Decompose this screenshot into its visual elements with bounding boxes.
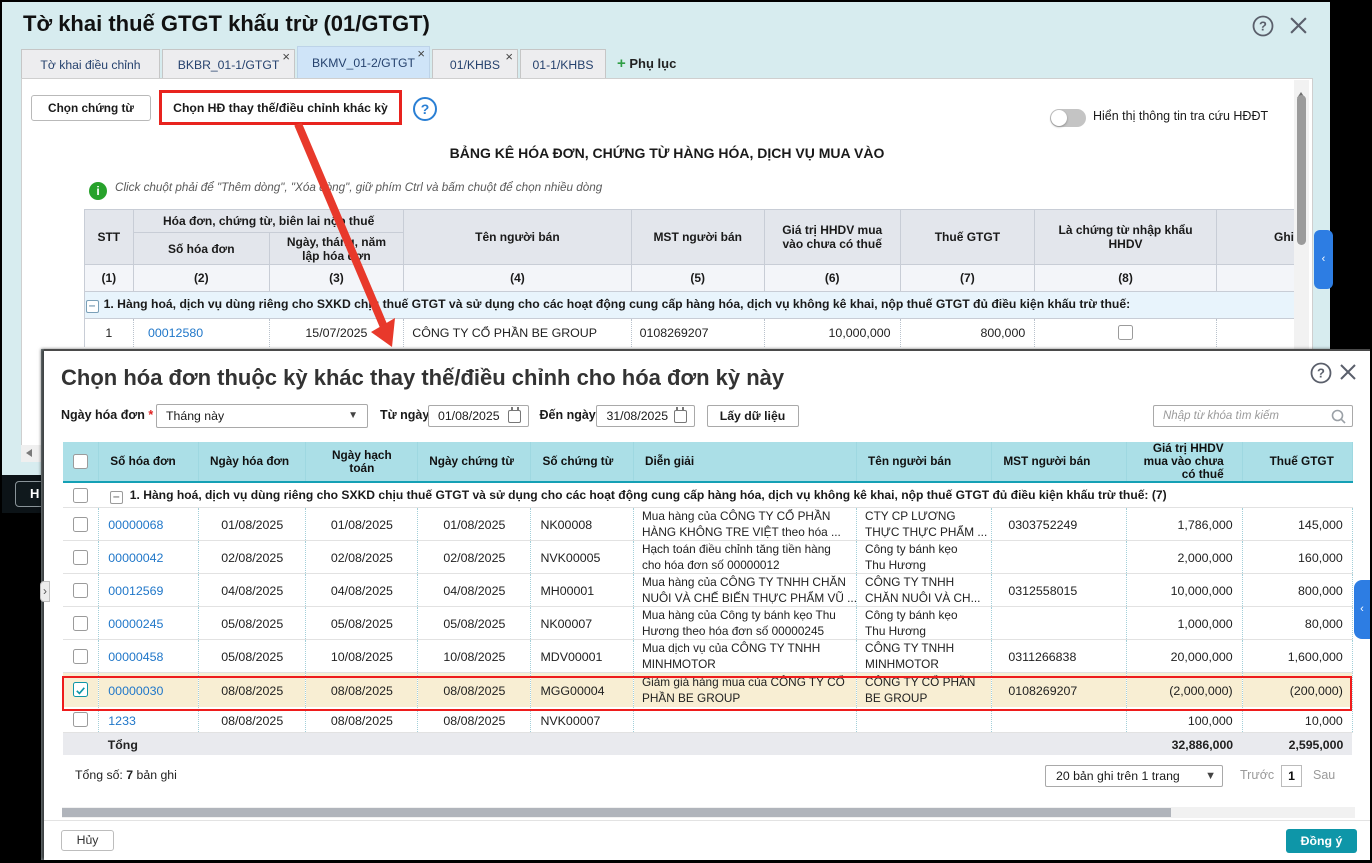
svg-text:?: ?: [421, 101, 430, 117]
svg-text:?: ?: [1259, 19, 1267, 34]
svg-text:?: ?: [1317, 366, 1325, 381]
